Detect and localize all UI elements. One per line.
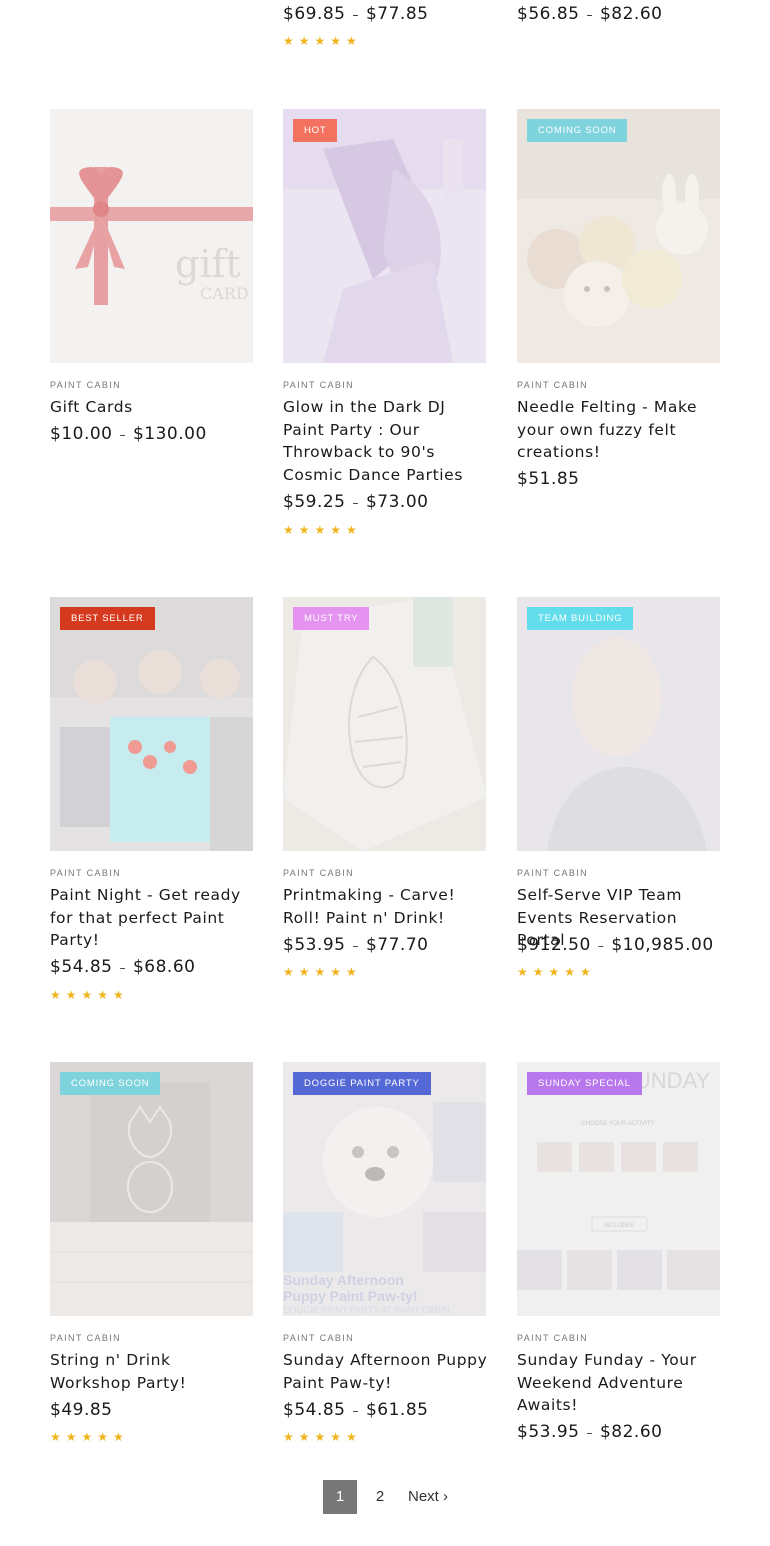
- price: $51.85: [517, 469, 580, 489]
- product-image[interactable]: Sunday Afternoon Puppy Paint Paw-ty! DOG…: [283, 1062, 486, 1316]
- price: $53.95– $77.70: [283, 935, 429, 955]
- vendor: PAINT CABIN: [517, 1333, 589, 1343]
- product-image[interactable]: BEST SELLER: [50, 597, 253, 851]
- image-caption: INCLUDES: [604, 1223, 634, 1229]
- price: $54.85– $68.60: [50, 957, 196, 977]
- price: $912.50– $10,985.00: [517, 935, 714, 955]
- page-2-link[interactable]: 2: [366, 1480, 394, 1514]
- page-1-current: 1: [323, 1480, 357, 1514]
- price: $69.85– $77.85: [283, 4, 429, 24]
- badge: HOT: [293, 119, 338, 142]
- gift-text: gift: [175, 242, 241, 286]
- badge: SUNDAY SPECIAL: [527, 1072, 642, 1095]
- rating-stars: ★★★★★: [50, 988, 129, 1002]
- vendor: PAINT CABIN: [283, 1333, 355, 1343]
- price: $53.95– $82.60: [517, 1422, 663, 1442]
- next-page-link[interactable]: Next ›: [403, 1480, 453, 1514]
- rating-stars: ★★★★★: [50, 1430, 129, 1444]
- product-image[interactable]: HOT: [283, 109, 486, 363]
- badge: BEST SELLER: [60, 607, 155, 630]
- card-text: CARD: [200, 284, 249, 303]
- pagination: 1 2 Next ›: [0, 1480, 770, 1514]
- product-image[interactable]: SUNDAY FUNDAY CHOOSE YOUR ACTIVITY INCLU…: [517, 1062, 720, 1316]
- vendor: PAINT CABIN: [50, 380, 122, 390]
- vendor: PAINT CABIN: [517, 380, 589, 390]
- product-title[interactable]: String n' Drink Workshop Party!: [50, 1349, 256, 1394]
- badge: COMING SOON: [60, 1072, 161, 1095]
- badge: COMING SOON: [527, 119, 628, 142]
- vendor: PAINT CABIN: [283, 380, 355, 390]
- rating-stars: ★★★★★: [283, 1430, 362, 1444]
- image-caption: Sunday Afternoon: [283, 1272, 404, 1288]
- badge: TEAM BUILDING: [527, 607, 634, 630]
- product-title[interactable]: Needle Felting - Make your own fuzzy fel…: [517, 396, 723, 464]
- product-image[interactable]: MUST TRY: [283, 597, 486, 851]
- rating-stars: ★★★★★: [283, 965, 362, 979]
- vendor: PAINT CABIN: [50, 868, 122, 878]
- product-title[interactable]: Gift Cards: [50, 396, 256, 419]
- product-image[interactable]: gift CARD: [50, 109, 253, 363]
- badge: MUST TRY: [293, 607, 370, 630]
- product-title[interactable]: Sunday Afternoon Puppy Paint Paw-ty!: [283, 1349, 489, 1394]
- vendor: PAINT CABIN: [283, 868, 355, 878]
- price: $54.85– $61.85: [283, 1400, 429, 1420]
- price: $49.85: [50, 1400, 113, 1420]
- product-title[interactable]: Sunday Funday - Your Weekend Adventure A…: [517, 1349, 723, 1417]
- rating-stars: ★★★★★: [517, 965, 596, 979]
- product-title[interactable]: Printmaking - Carve! Roll! Paint n' Drin…: [283, 884, 489, 929]
- product-title[interactable]: Paint Night - Get ready for that perfect…: [50, 884, 256, 952]
- image-caption: CHOOSE YOUR ACTIVITY: [581, 1121, 654, 1127]
- image-caption: DOGGIE PAINT PARTY AT PAINT CABIN: [283, 1305, 450, 1315]
- price: $10.00– $130.00: [50, 424, 207, 444]
- rating-stars: ★★★★★: [283, 34, 362, 48]
- vendor: PAINT CABIN: [50, 1333, 122, 1343]
- product-title[interactable]: Glow in the Dark DJ Paint Party : Our Th…: [283, 396, 489, 487]
- price: $59.25– $73.00: [283, 492, 429, 512]
- rating-stars: ★★★★★: [283, 523, 362, 537]
- product-image[interactable]: COMING SOON: [517, 109, 720, 363]
- product-image[interactable]: COMING SOON: [50, 1062, 253, 1316]
- vendor: PAINT CABIN: [517, 868, 589, 878]
- product-image[interactable]: TEAM BUILDING: [517, 597, 720, 851]
- badge: DOGGIE PAINT PARTY: [293, 1072, 431, 1095]
- image-caption: Puppy Paint Paw-ty!: [283, 1288, 418, 1304]
- price: $56.85– $82.60: [517, 4, 663, 24]
